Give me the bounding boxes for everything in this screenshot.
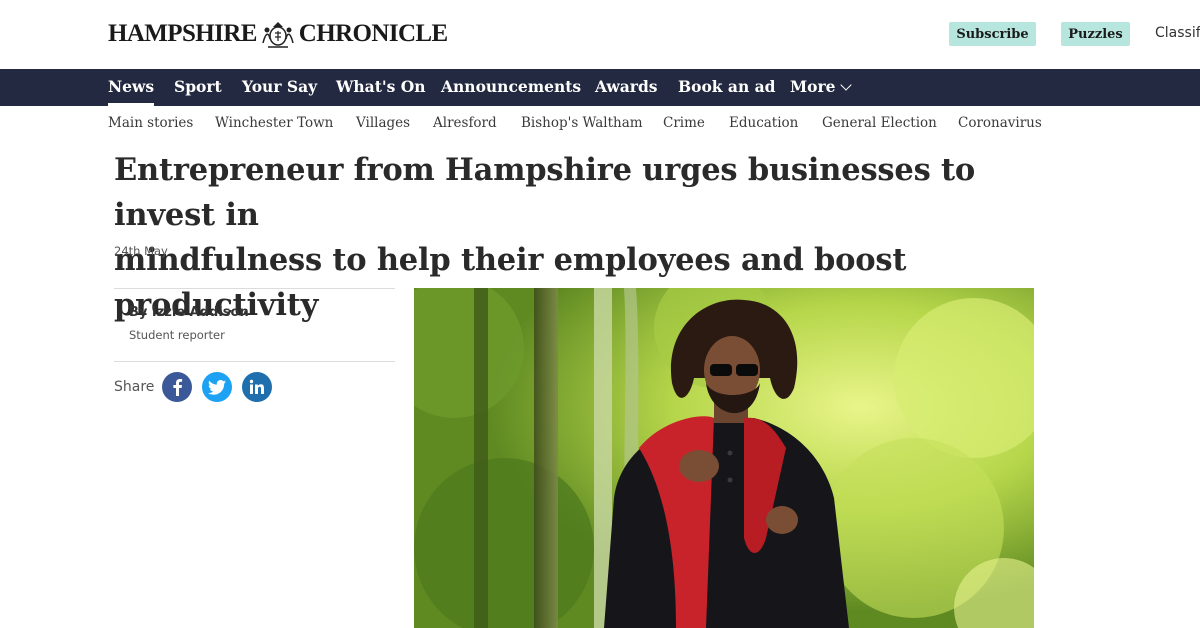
byline-divider-top	[114, 288, 395, 289]
crest-icon	[262, 22, 294, 48]
linkedin-icon	[249, 379, 264, 394]
twitter-share-button[interactable]	[202, 372, 232, 402]
main-nav: News Sport Your Say What's On Announceme…	[0, 69, 1200, 106]
nav-item-news[interactable]: News	[108, 69, 155, 106]
subnav-item-main-stories[interactable]: Main stories	[108, 115, 193, 131]
masthead: HAMPSHIRE CHRONICLE Subscribe Puzzles Cl…	[0, 0, 1200, 69]
subnav-item-alresford[interactable]: Alresford	[433, 115, 497, 131]
nav-item-sport[interactable]: Sport	[174, 69, 222, 106]
chevron-down-icon	[839, 79, 852, 91]
headline-line-1: Entrepreneur from Hampshire urges busine…	[114, 152, 976, 233]
linkedin-share-button[interactable]	[242, 372, 272, 402]
article-image[interactable]	[414, 288, 1034, 628]
nav-item-whats-on[interactable]: What's On	[336, 69, 426, 106]
logo-text-left: HAMPSHIRE	[108, 20, 257, 47]
nav-item-book-an-ad[interactable]: Book an ad	[678, 69, 776, 106]
facebook-icon	[173, 379, 183, 396]
classified-link[interactable]: Classif	[1155, 25, 1200, 41]
author-role: Student reporter	[129, 328, 225, 342]
nav-item-awards[interactable]: Awards	[595, 69, 658, 106]
byline-divider-bottom	[114, 361, 395, 362]
author-name[interactable]: By Izzie Addison	[129, 305, 249, 320]
nav-item-more[interactable]: More	[790, 69, 852, 106]
article-photo	[414, 288, 1034, 628]
subnav-item-winchester-town[interactable]: Winchester Town	[215, 115, 333, 131]
subnav-item-bishops-waltham[interactable]: Bishop's Waltham	[521, 115, 643, 131]
subnav-item-villages[interactable]: Villages	[356, 115, 410, 131]
sub-nav: Main stories Winchester Town Villages Al…	[0, 106, 1200, 140]
nav-item-announcements[interactable]: Announcements	[441, 69, 581, 106]
share-label: Share	[114, 379, 155, 395]
site-logo[interactable]: HAMPSHIRE CHRONICLE	[108, 18, 448, 50]
facebook-share-button[interactable]	[162, 372, 192, 402]
nav-more-label: More	[790, 77, 836, 96]
subnav-item-general-election[interactable]: General Election	[822, 115, 937, 131]
subnav-item-coronavirus[interactable]: Coronavirus	[958, 115, 1042, 131]
puzzles-button[interactable]: Puzzles	[1061, 22, 1130, 46]
subnav-item-education[interactable]: Education	[729, 115, 798, 131]
logo-text-right: CHRONICLE	[298, 20, 448, 47]
subnav-item-crime[interactable]: Crime	[663, 115, 705, 131]
subscribe-button[interactable]: Subscribe	[949, 22, 1036, 46]
nav-item-your-say[interactable]: Your Say	[242, 69, 317, 106]
article-date: 24th May	[114, 244, 168, 258]
twitter-icon	[208, 379, 226, 395]
